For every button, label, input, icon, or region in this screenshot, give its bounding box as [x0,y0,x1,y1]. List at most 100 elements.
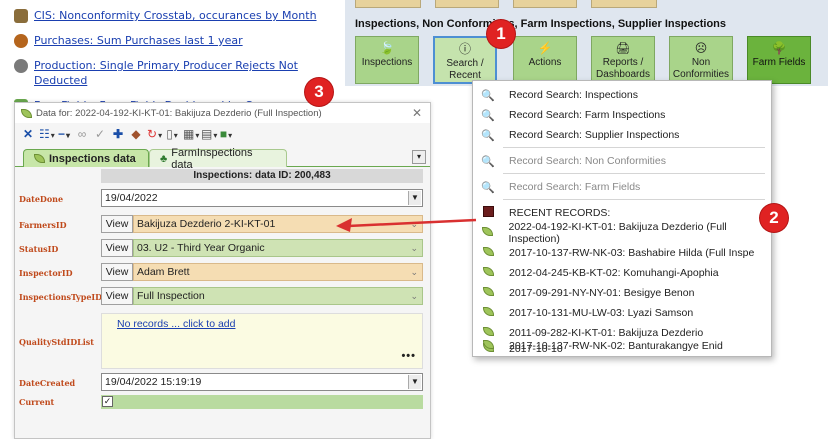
minus-icon[interactable]: − [57,127,71,141]
button-label: Reports / Dashboards [596,57,650,80]
recent-record-item[interactable]: 2017-10-137-RW-NK-03: Bashabire Hilda (F… [473,243,771,263]
menu-item-search-non-conformities: 🔍 Record Search: Non Conformities [473,151,771,171]
report-link-row[interactable]: CIS: Nonconformity Crosstab, occurances … [14,8,334,23]
form-icon[interactable]: ▤ [201,127,215,141]
field-label: DateCreated [19,378,76,388]
menu-item-label: Record Search: Inspections [509,89,638,101]
inspections-type-id-field[interactable]: Full Inspection ⌄ [133,287,423,305]
refresh-icon[interactable]: ↻ [147,127,161,141]
magnifier-icon: 🔍 [481,181,495,194]
lightning-icon: ⚡ [537,41,553,55]
field-label: InspectionsTypeID [19,292,103,302]
coffee-bean-icon [14,34,28,48]
date-done-field[interactable]: 19/04/2022 ▼ [101,189,423,207]
tab-label: Inspections data [49,152,136,165]
status-id-field[interactable]: 03. U2 - Third Year Organic ⌄ [133,239,423,257]
recent-record-item[interactable]: 2022-04-192-KI-KT-01: Bakijuza Dezderio … [473,221,771,245]
document-icon[interactable]: ▯ [165,127,179,141]
inspections-button[interactable]: 🍃 Inspections [355,36,419,84]
view-button[interactable]: View [101,239,133,257]
report-link[interactable]: Production: Single Primary Producer Reje… [34,58,314,88]
callout-badge-1: 1 [487,20,515,48]
recent-record-label: 2012-04-245-KB-KT-02: Komuhangi-Apophia [509,267,719,279]
info-icon: ⓘ [458,42,471,56]
search-recent-button[interactable]: ⓘ Search / Recent [433,36,497,84]
report-link[interactable]: Purchases: Sum Purchases last 1 year [34,33,243,48]
magnifier-icon: 🔍 [481,129,495,142]
menu-item-label: Record Search: Farm Fields [509,181,641,193]
menu-item-label: Record Search: Non Conformities [509,155,666,167]
map-icon[interactable]: ■ [219,127,233,141]
recent-record-label: 2017-10-137-RW-NK-03: Bashabire Hilda (F… [509,247,755,259]
button-label: Search / Recent [446,58,484,81]
report-link-row[interactable]: Production: Single Primary Producer Reje… [14,58,334,88]
view-button[interactable]: View [101,215,133,233]
more-icon[interactable]: ••• [401,350,416,362]
button-label: Non Conformities [672,57,730,80]
chevron-down-icon[interactable]: ▼ [408,191,421,205]
menu-item-label: Record Search: Farm Inspections [509,109,666,121]
field-value: Bakijuza Dezderio 2-KI-KT-01 [137,218,276,230]
field-value: Adam Brett [137,266,190,278]
reports-dashboards-button[interactable]: 🖨 Reports / Dashboards [591,36,655,84]
recent-record-label: 2017-10-131-MU-LW-03: Lyazi Samson [509,307,694,319]
recent-record-item[interactable]: 2017-10-131-MU-LW-03: Lyazi Samson [473,303,771,323]
close-icon[interactable]: ✕ [412,106,422,120]
chevron-down-icon[interactable]: ⌄ [410,288,418,304]
toolbar-stub [435,0,499,8]
tab-menu-button[interactable]: ▾ [412,150,426,164]
menu-separator [503,147,765,148]
leaf-icon: 🍃 [379,41,395,55]
printer-icon: 🖨 [615,41,631,55]
tree-icon: ♣ [160,152,168,165]
menu-item-search-inspections[interactable]: 🔍 Record Search: Inspections [473,85,771,105]
tag-icon[interactable]: ◆ [129,127,143,141]
chevron-down-icon[interactable]: ⌄ [410,240,418,256]
menu-item-search-farm-inspections[interactable]: 🔍 Record Search: Farm Inspections [473,105,771,125]
actions-button[interactable]: ⚡ Actions [513,36,577,84]
field-label: FarmersID [19,220,67,230]
menu-item-search-supplier-inspections[interactable]: 🔍 Record Search: Supplier Inspections [473,125,771,145]
tab-farminspections-data[interactable]: ♣ FarmInspections data [149,147,287,171]
report-link-row[interactable]: Purchases: Sum Purchases last 1 year [14,33,334,48]
add-icon[interactable]: ✚ [111,127,125,141]
check-icon[interactable]: ✓ [93,127,107,141]
report-link[interactable]: CIS: Nonconformity Crosstab, occurances … [34,8,317,23]
delete-icon[interactable]: ✕ [21,127,35,141]
recent-record-label: 2017-10-137-RW-NK-02: Banturakangye Enid [509,340,723,352]
leaf-icon [481,267,495,279]
field-value: 19/04/2022 [105,192,158,204]
pointer-arrow [336,218,477,232]
field-label: QualityStdIDList [19,337,94,347]
current-checkbox[interactable]: ✓ [102,396,113,407]
farm-fields-button[interactable]: 🌳 Farm Fields [747,36,811,84]
field-value: 19/04/2022 15:19:19 [105,376,202,388]
recent-record-item[interactable]: 2012-04-245-KB-KT-02: Komuhangi-Apophia [473,263,771,283]
toolbar-stub [355,0,421,8]
chevron-down-icon[interactable]: ⌄ [410,264,418,280]
window-title-bar: Data for: 2022-04-192-KI-KT-01: Bakijuza… [15,103,430,123]
recent-icon [481,206,495,220]
inspector-id-field[interactable]: Adam Brett ⌄ [133,263,423,281]
button-label: Actions [528,57,562,68]
callout-badge-2: 2 [760,204,788,232]
recent-record-item[interactable]: 2017-10-137-RW-NK-02: Banturakangye Enid [473,336,771,356]
link-icon[interactable]: ∞ [75,127,89,141]
module-toolbar: Inspections, Non Conformities, Farm Insp… [345,0,828,86]
tab-inspections-data[interactable]: Inspections data [23,149,149,167]
add-records-link[interactable]: No records ... click to add [117,318,235,330]
view-button[interactable]: View [101,287,133,305]
button-label: Farm Fields [752,57,806,68]
leaf-icon [481,340,495,352]
window-toolbar: ✕ ☷ − ∞ ✓ ✚ ◆ ↻ ▯ ▦ ▤ ■ [15,123,430,145]
leaf-icon [34,154,45,163]
non-conformities-button[interactable]: ☹ Non Conformities [669,36,733,84]
field-label: Current [19,397,55,407]
menu-separator [503,173,765,174]
chevron-down-icon[interactable]: ▼ [408,375,421,389]
grid-icon[interactable]: ▦ [183,127,197,141]
date-created-field[interactable]: 19/04/2022 15:19:19 ▼ [101,373,423,391]
recent-record-item[interactable]: 2017-09-291-NY-NY-01: Besigye Benon [473,283,771,303]
columns-icon[interactable]: ☷ [39,127,53,141]
view-button[interactable]: View [101,263,133,281]
